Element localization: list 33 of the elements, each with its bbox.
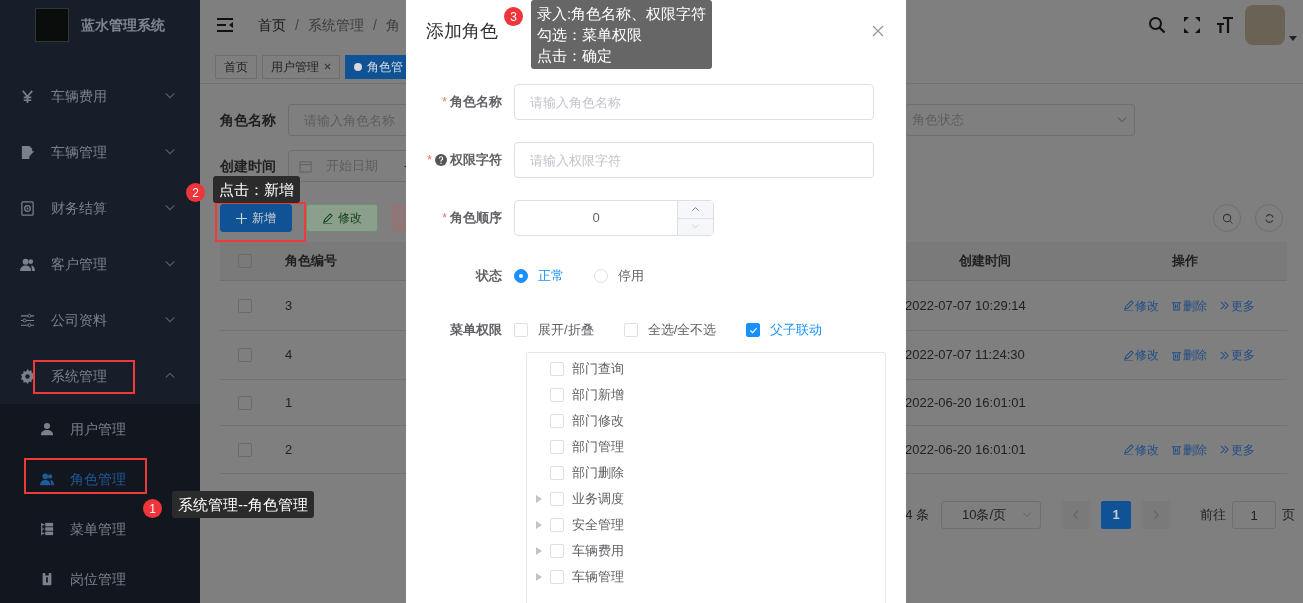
column-header: 操作 (1171, 252, 1199, 271)
field-label: 权限字符 (450, 151, 502, 170)
table-cell-text: 3 (284, 296, 294, 315)
table-cell-text: 2022-06-20 16:01:01 (905, 440, 1027, 459)
required-mark: * (442, 94, 447, 111)
field-label: 创建时间 (220, 156, 277, 176)
table-cell-text: 2022-06-20 16:01:01 (905, 393, 1027, 412)
tooltip-text: 录入:角色名称、权限字符 (537, 4, 707, 24)
table-cell-text: 1 (284, 393, 294, 412)
table-cell-text: 2022-07-07 10:29:14 (905, 296, 1027, 315)
field-label: 状态 (476, 267, 502, 286)
goto-label: 前往 (1200, 506, 1226, 525)
field-label: 角色顺序 (450, 209, 502, 228)
goto-suffix: 页 (1282, 506, 1295, 525)
tooltip-text: 点击：确定 (537, 46, 613, 66)
field-label: 菜单权限 (450, 321, 502, 340)
field-label: 角色名称 (450, 93, 502, 112)
table-cell-text: 4 (284, 346, 294, 365)
tooltip-text: 系统管理--角色管理 (178, 495, 308, 515)
required-mark: * (442, 210, 447, 227)
table-cell-text: 2 (284, 440, 294, 459)
total-count: 4 条 (905, 506, 929, 525)
field-label: 角色名称 (220, 110, 277, 130)
dialog-title: 添加角色 (426, 19, 498, 43)
tooltip-text: 勾选：菜单权限 (537, 25, 643, 45)
column-header: 创建时间 (958, 252, 1012, 271)
table-cell-text: 2022-07-07 11:24:30 (905, 346, 1026, 365)
breadcrumb-separator: / (295, 15, 299, 35)
column-header: 角色编号 (284, 252, 338, 271)
required-mark: * (427, 152, 432, 169)
app-title: 蓝水管理系统 (81, 15, 165, 35)
tooltip-text: 点击：新增 (219, 180, 294, 200)
breadcrumb-separator: / (372, 15, 377, 35)
